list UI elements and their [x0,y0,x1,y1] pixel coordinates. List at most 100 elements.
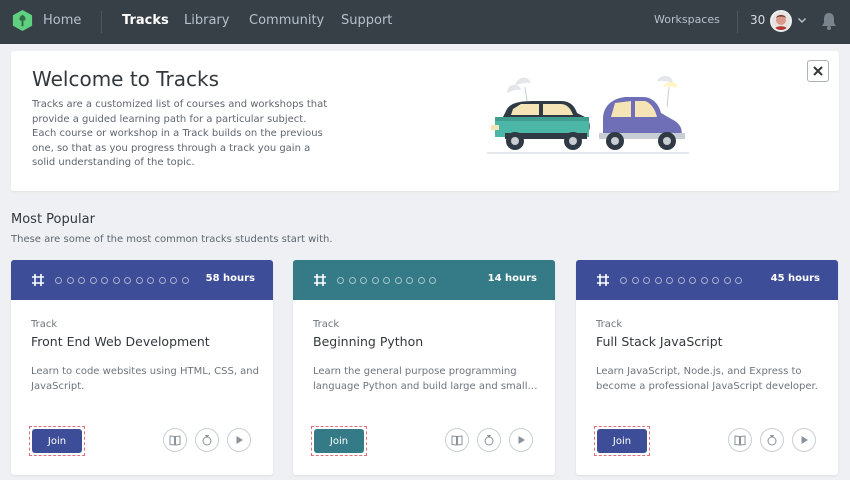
progress-dot [78,277,85,284]
progress-dot [181,277,189,284]
progress-dot [89,277,97,284]
badge-button[interactable] [477,428,501,452]
badge-icon [484,435,494,446]
progress-dot [124,277,131,284]
nav-support[interactable]: Support [341,13,392,28]
progress-dot [337,277,344,284]
nav-home[interactable]: Home [43,13,81,28]
progress-dot [394,277,402,284]
play-icon [236,436,243,444]
bell-icon[interactable] [819,11,839,31]
progress-dot [101,277,108,284]
track-description: Learn JavaScript, Node.js, and Express t… [596,366,818,392]
progress-dot [170,277,177,284]
progress-dot [631,277,639,284]
book-button[interactable] [445,428,469,452]
track-hours: 58 hours [205,273,255,284]
close-button[interactable] [807,60,829,82]
top-nav: Home Tracks Library Community Support Wo… [0,0,850,44]
badge-button[interactable] [195,428,219,452]
progress-dot [371,277,379,284]
badge-button[interactable] [760,428,784,452]
section-title: Most Popular [11,212,95,227]
progress-dot [158,277,166,284]
play-icon [801,436,808,444]
track-grid-icon [32,274,44,286]
progress-dot [654,277,662,284]
track-card-header: 45 hours [576,260,838,300]
track-card-header: 14 hours [293,260,555,300]
progress-dot [348,277,356,284]
progress-dot [417,277,425,284]
nav-workspaces[interactable]: Workspaces [654,13,720,26]
welcome-title: Welcome to Tracks [32,67,220,91]
join-button-wrap: Join [311,426,367,456]
track-title[interactable]: Beginning Python [313,334,423,349]
track-card[interactable]: 45 hours Track Full Stack JavaScript Lea… [576,260,838,475]
track-title[interactable]: Front End Web Development [31,334,210,349]
join-button[interactable]: Join [597,429,647,453]
progress-dot [643,277,650,284]
join-button-wrap: Join [594,426,650,456]
join-button[interactable]: Join [32,429,82,453]
progress-dot [723,277,731,284]
join-button-wrap: Join [29,426,85,456]
track-description: Learn the general purpose programming la… [313,366,538,392]
treehouse-logo-icon[interactable] [11,9,34,32]
track-title[interactable]: Full Stack JavaScript [596,334,723,349]
play-button[interactable] [227,428,251,452]
track-grid-icon [597,274,609,286]
book-icon [169,435,181,446]
welcome-panel: Welcome to Tracks Tracks are a customize… [11,51,839,191]
progress-dot [112,277,120,284]
play-button[interactable] [509,428,533,452]
progress-dots [620,277,742,285]
badge-icon [767,435,777,446]
track-card[interactable]: 58 hours Track Front End Web Development… [11,260,273,475]
progress-dot [66,277,74,284]
chevron-down-icon[interactable] [797,15,807,25]
track-card[interactable]: 14 hours Track Beginning Python Learn th… [293,260,555,475]
play-button[interactable] [792,428,816,452]
avatar-face-icon [774,15,788,30]
progress-dot [360,277,367,284]
track-label: Track [596,319,623,330]
avatar[interactable] [770,10,792,32]
track-label: Track [313,319,340,330]
track-description: Learn to code websites using HTML, CSS, … [31,366,259,392]
nav-library[interactable]: Library [184,13,229,28]
progress-dot [712,277,719,284]
progress-dot [666,277,673,284]
progress-dot [429,277,436,284]
progress-dot [55,277,62,284]
progress-dot [620,277,627,284]
track-card-header: 58 hours [11,260,273,300]
book-button[interactable] [163,428,187,452]
progress-dot [406,277,413,284]
progress-dot [735,277,742,284]
book-icon [734,435,746,446]
track-grid-icon [314,274,326,286]
close-icon [813,66,823,76]
book-button[interactable] [728,428,752,452]
progress-dots [55,277,189,285]
track-hours: 14 hours [487,273,537,284]
nav-divider [101,11,102,33]
progress-dot [689,277,696,284]
progress-dot [135,277,143,284]
track-hours: 45 hours [770,273,820,284]
join-button[interactable]: Join [314,429,364,453]
nav-divider [737,11,738,33]
progress-dots [337,277,436,285]
track-label: Track [31,319,58,330]
progress-dot [677,277,685,284]
welcome-description: Tracks are a customized list of courses … [32,99,328,169]
progress-dot [147,277,154,284]
play-icon [518,436,525,444]
badge-icon [202,435,212,446]
nav-community[interactable]: Community [249,13,324,28]
nav-tracks[interactable]: Tracks [122,13,169,28]
book-icon [451,435,463,446]
cars-illustration [487,75,689,154]
points-count: 30 [750,13,766,27]
